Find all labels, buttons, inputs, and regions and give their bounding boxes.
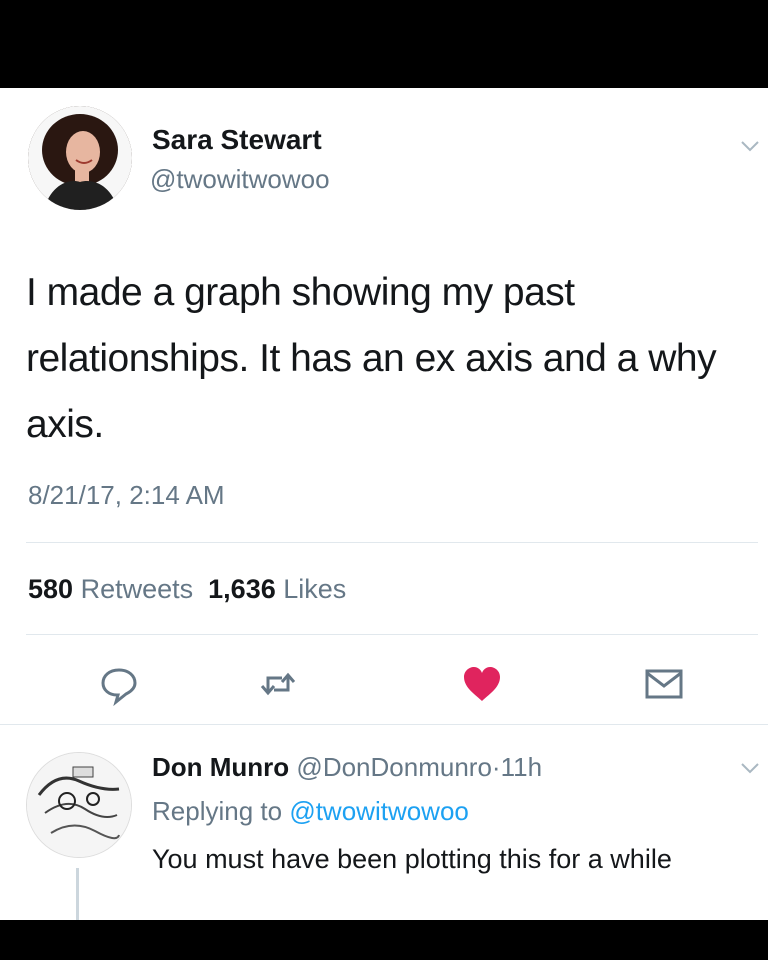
- chevron-down-icon[interactable]: [738, 134, 762, 158]
- likes-label[interactable]: Likes: [283, 574, 346, 604]
- reply-header: Don Munro @DonDonmunro·11h: [152, 752, 542, 783]
- tweet-card: Sara Stewart @twowitwowoo I made a graph…: [0, 88, 768, 920]
- author-handle[interactable]: @twowitwowoo: [150, 164, 330, 195]
- replying-label: Replying to: [152, 796, 283, 826]
- divider: [0, 724, 768, 725]
- likes-count[interactable]: 1,636: [208, 574, 276, 604]
- reply-author-avatar[interactable]: [26, 752, 132, 858]
- tweet-actions: [0, 662, 768, 707]
- engagement-stats: 580 Retweets 1,636 Likes: [28, 574, 346, 605]
- author-avatar[interactable]: [28, 106, 132, 210]
- chevron-down-icon[interactable]: [738, 756, 762, 780]
- tweet-timestamp[interactable]: 8/21/17, 2:14 AM: [28, 480, 225, 511]
- avatar-image: [28, 106, 132, 210]
- divider: [26, 634, 758, 635]
- replying-mention[interactable]: @twowitwowoo: [289, 796, 469, 826]
- reply-text: You must have been plotting this for a w…: [152, 844, 672, 874]
- thread-line: [76, 868, 79, 920]
- reply-author-name[interactable]: Don Munro: [152, 752, 289, 782]
- meta-separator: ·: [491, 752, 501, 782]
- reply-time[interactable]: 11h: [501, 752, 542, 782]
- retweets-label[interactable]: Retweets: [81, 574, 194, 604]
- retweets-count[interactable]: 580: [28, 574, 73, 604]
- mail-icon[interactable]: [642, 662, 686, 706]
- reply-icon[interactable]: [97, 662, 141, 707]
- reply-author-handle[interactable]: @DonDonmunro: [296, 752, 491, 782]
- divider: [26, 542, 758, 543]
- retweet-icon[interactable]: [256, 662, 300, 706]
- tweet-text: I made a graph showing my past relations…: [26, 271, 717, 446]
- replying-to: Replying to @twowitwowoo: [152, 796, 469, 827]
- avatar-image: [27, 753, 131, 857]
- heart-icon[interactable]: [460, 662, 504, 706]
- author-name[interactable]: Sara Stewart: [152, 124, 322, 156]
